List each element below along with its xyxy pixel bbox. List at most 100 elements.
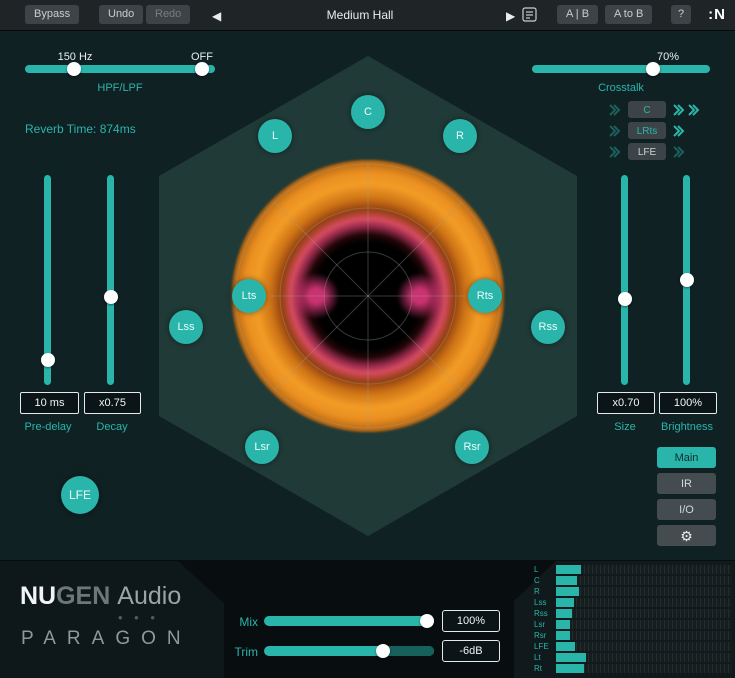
channel-node-rss[interactable]: Rss <box>531 310 565 344</box>
predelay-handle[interactable] <box>41 353 55 367</box>
route-left-chevron-icon[interactable] <box>608 124 621 138</box>
meter-bar <box>556 653 732 662</box>
meter-channel-label: C <box>534 576 556 585</box>
brand-logo: NUGENAudio <box>20 582 181 611</box>
crosstalk-handle[interactable] <box>646 62 660 76</box>
decay-slider[interactable] <box>107 175 114 385</box>
hpf-lpf-slider[interactable] <box>25 65 215 73</box>
meter-level <box>556 587 579 596</box>
meter-level <box>556 620 570 629</box>
crosstalk-slider[interactable] <box>532 65 710 73</box>
meter-row-lt: Lt <box>534 653 732 662</box>
ab-compare-button[interactable]: A | B <box>557 5 598 24</box>
meter-channel-label: R <box>534 587 556 596</box>
meter-level <box>556 631 570 640</box>
decay-label: Decay <box>96 421 127 433</box>
channel-node-l[interactable]: L <box>258 119 292 153</box>
routing-button-c[interactable]: C <box>628 101 666 118</box>
mix-slider[interactable] <box>264 616 434 626</box>
brand-gen: GEN <box>56 582 110 610</box>
lpf-handle[interactable] <box>195 62 209 76</box>
crosstalk-label: Crosstalk <box>598 82 644 94</box>
meter-bar <box>556 642 732 651</box>
preset-previous-icon[interactable]: ◀ <box>206 8 227 24</box>
hpf-lpf-label: HPF/LPF <box>97 82 142 94</box>
mix-value-box[interactable]: 100% <box>442 610 500 632</box>
trim-slider-remainder <box>386 646 434 656</box>
predelay-label: Pre-delay <box>24 421 71 433</box>
channel-node-c[interactable]: C <box>351 95 385 129</box>
preset-list-icon[interactable] <box>522 7 537 25</box>
channel-node-lsr[interactable]: Lsr <box>245 430 279 464</box>
size-handle[interactable] <box>618 292 632 306</box>
a-to-b-button[interactable]: A to B <box>605 5 652 24</box>
meter-row-rsr: Rsr <box>534 631 732 640</box>
route-left-chevron-icon[interactable] <box>608 103 621 117</box>
predelay-slider[interactable] <box>44 175 51 385</box>
meter-bar <box>556 587 732 596</box>
titlebar: Bypass Undo Redo ◀ Medium Hall ▶ A | B A… <box>0 0 735 31</box>
settings-gear-icon[interactable]: ⚙ <box>657 525 716 546</box>
help-button[interactable]: ? <box>671 5 691 24</box>
decay-handle[interactable] <box>104 290 118 304</box>
meter-row-l: L <box>534 565 732 574</box>
preset-display[interactable]: Medium Hall <box>270 8 450 22</box>
meter-row-r: R <box>534 587 732 596</box>
routing-button-lrts[interactable]: LRts <box>628 122 666 139</box>
mix-label: Mix <box>230 615 258 629</box>
preset-next-icon[interactable]: ▶ <box>500 8 521 24</box>
meter-bar <box>556 609 732 618</box>
bypass-button[interactable]: Bypass <box>25 5 79 24</box>
meter-bar <box>556 576 732 585</box>
trim-value-box[interactable]: -6dB <box>442 640 500 662</box>
meter-level <box>556 653 586 662</box>
channel-node-lts[interactable]: Lts <box>232 279 266 313</box>
tab-io[interactable]: I/O <box>657 499 716 520</box>
meter-bar <box>556 620 732 629</box>
meter-row-lfe: LFE <box>534 642 732 651</box>
meter-row-rt: Rt <box>534 664 732 673</box>
mix-handle[interactable] <box>420 614 434 628</box>
trim-handle[interactable] <box>376 644 390 658</box>
trim-slider[interactable] <box>264 646 434 656</box>
route-right-chevron-icon[interactable] <box>672 145 685 159</box>
paragon-plugin-window: Bypass Undo Redo ◀ Medium Hall ▶ A | B A… <box>0 0 735 678</box>
brightness-handle[interactable] <box>680 273 694 287</box>
route-right-chevron-icon[interactable] <box>672 103 685 117</box>
meter-bar <box>556 565 732 574</box>
route-left-chevron-icon[interactable] <box>608 145 621 159</box>
channel-node-r[interactable]: R <box>443 119 477 153</box>
brand-nu: NU <box>20 582 56 610</box>
size-value-box[interactable]: x0.70 <box>597 392 655 414</box>
channel-node-lfe[interactable]: LFE <box>61 476 99 514</box>
redo-button[interactable]: Redo <box>146 5 190 24</box>
meter-row-lsr: Lsr <box>534 620 732 629</box>
brand-audio: Audio <box>117 582 181 610</box>
size-slider[interactable] <box>621 175 628 385</box>
route-right-chevron-icon[interactable] <box>687 103 700 117</box>
decay-value-box[interactable]: x0.75 <box>84 392 141 414</box>
tab-main[interactable]: Main <box>657 447 716 468</box>
routing-button-lfe[interactable]: LFE <box>628 143 666 160</box>
product-name: PARAGON <box>21 628 192 650</box>
size-label: Size <box>614 421 635 433</box>
meter-channel-label: Rt <box>534 664 556 673</box>
meter-channel-label: Rsr <box>534 631 556 640</box>
hpf-handle[interactable] <box>67 62 81 76</box>
brightness-value-box[interactable]: 100% <box>659 392 717 414</box>
channel-node-rts[interactable]: Rts <box>468 279 502 313</box>
meter-level <box>556 642 575 651</box>
tab-ir[interactable]: IR <box>657 473 716 494</box>
crosstalk-value: 70% <box>657 51 679 63</box>
meter-channel-label: L <box>534 565 556 574</box>
route-right-chevron-icon[interactable] <box>672 124 685 138</box>
brightness-slider[interactable] <box>683 175 690 385</box>
channel-node-rsr[interactable]: Rsr <box>455 430 489 464</box>
brand-dots-icon: • • • <box>118 610 159 625</box>
predelay-value-box[interactable]: 10 ms <box>20 392 79 414</box>
undo-button[interactable]: Undo <box>99 5 143 24</box>
channel-node-lss[interactable]: Lss <box>169 310 203 344</box>
meter-channel-label: Lt <box>534 653 556 662</box>
output-meters: LCRLssRssLsrRsrLFELtRt <box>534 565 732 675</box>
preset-list-icon-svg <box>522 7 537 22</box>
